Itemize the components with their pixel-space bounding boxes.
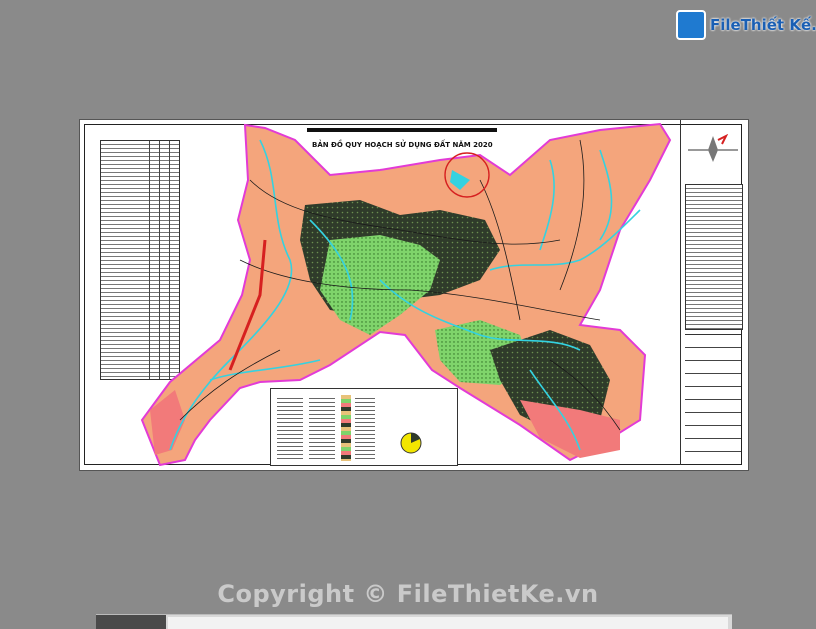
- legend-list: [685, 184, 743, 330]
- legend-column: [309, 395, 335, 461]
- bottom-legend: [270, 388, 458, 466]
- drawing-sheet: BẢN ĐỒ QUY HOẠCH SỬ DỤNG ĐẤT NĂM 2020: [80, 120, 748, 470]
- legend-column: [277, 395, 303, 461]
- north-arrow-icon: [688, 134, 738, 162]
- copyright-watermark: Copyright © FileThietKe.vn: [217, 580, 599, 608]
- map-title: BẢN ĐỒ QUY HOẠCH SỬ DỤNG ĐẤT NĂM 2020: [312, 141, 493, 149]
- title-bar: [307, 128, 497, 132]
- land-structure-pie-icon: [400, 432, 422, 454]
- logo-mark-icon: [676, 10, 706, 40]
- command-line-bar: [96, 614, 732, 629]
- title-block-panel: [680, 120, 745, 465]
- legend-column: [355, 395, 375, 461]
- legend-swatches: [341, 395, 351, 461]
- filethietke-logo: FileThiết Kế.vn: [676, 10, 816, 42]
- command-input[interactable]: [168, 617, 728, 629]
- title-block-rows: [685, 334, 741, 461]
- logo-text: FileThiết Kế.vn: [710, 16, 816, 34]
- command-line-handle[interactable]: [96, 615, 166, 629]
